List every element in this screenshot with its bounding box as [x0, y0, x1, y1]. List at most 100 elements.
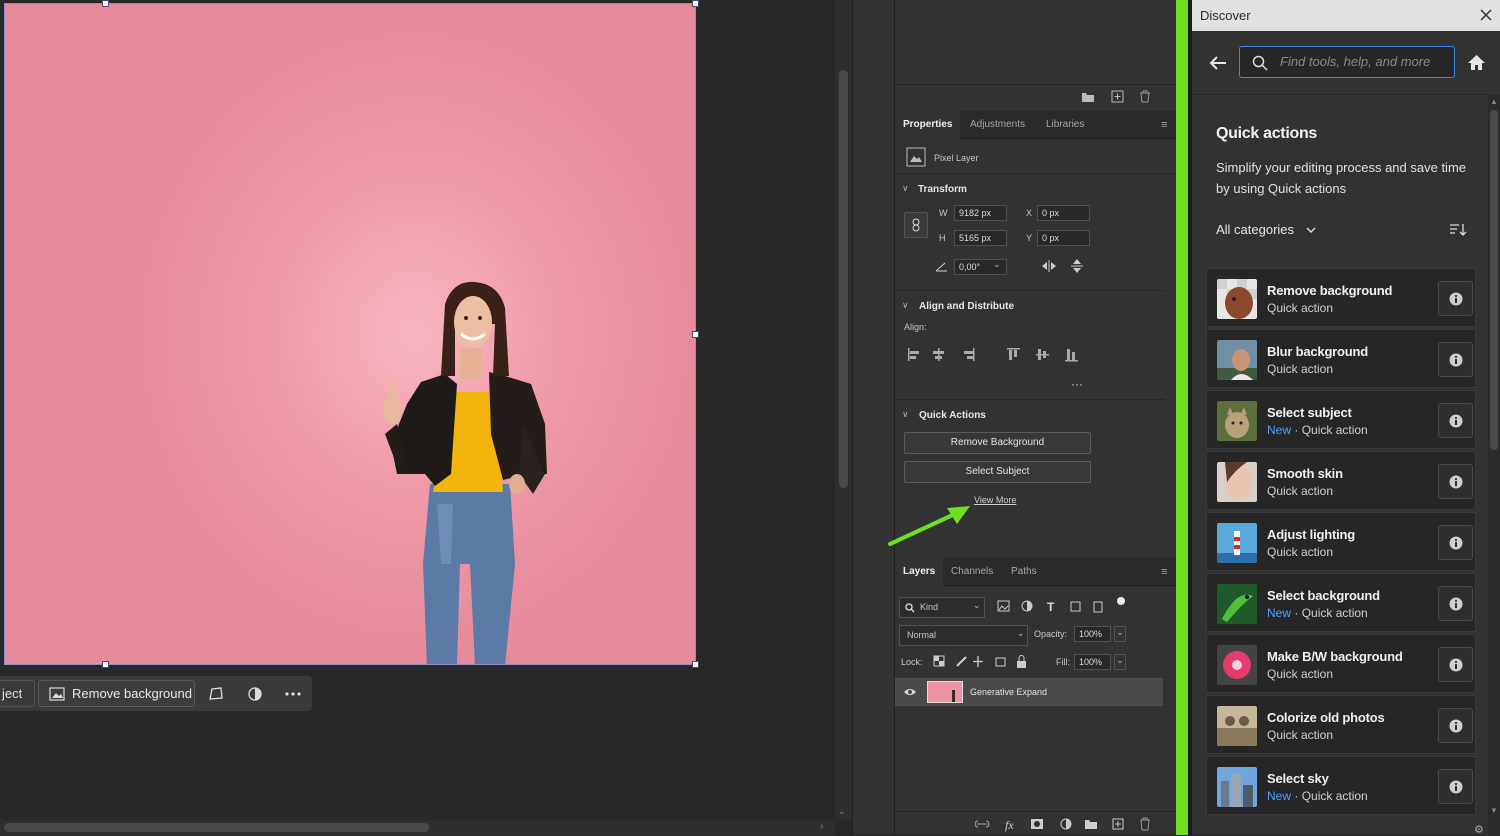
panel-menu-icon[interactable]: ≡	[1161, 119, 1167, 131]
link-dimensions-button[interactable]	[904, 212, 928, 238]
tab-properties[interactable]: Properties	[895, 111, 961, 139]
discover-search-input[interactable]: Find tools, help, and more	[1239, 46, 1455, 78]
fill-field[interactable]: 100%	[1074, 654, 1111, 670]
angle-dropdown-chevron-icon[interactable]: ⌄	[993, 259, 1001, 270]
transform-chevron-icon[interactable]: ∨	[902, 183, 909, 194]
quick-action-card[interactable]: Make B/W background Quick action	[1206, 634, 1476, 693]
new-item-icon[interactable]	[1111, 90, 1124, 103]
discover-title: Discover	[1200, 8, 1251, 23]
more-options-icon[interactable]	[284, 685, 302, 703]
tab-channels[interactable]: Channels	[943, 558, 1001, 586]
info-button[interactable]	[1438, 769, 1473, 804]
quick-action-card[interactable]: Blur background Quick action	[1206, 329, 1476, 388]
lighthouse-thumbnail	[1217, 523, 1257, 563]
card-title: Colorize old photos	[1267, 710, 1385, 725]
remove-background-button[interactable]: Remove background	[38, 680, 195, 707]
tab-layers[interactable]: Layers	[895, 558, 944, 586]
flip-horizontal-icon[interactable]	[1041, 259, 1057, 273]
folder-icon[interactable]	[1081, 91, 1095, 103]
info-button[interactable]	[1438, 342, 1473, 377]
settings-gear-icon[interactable]: ⚙	[1474, 823, 1484, 836]
transform-handle-bottom[interactable]	[102, 661, 109, 668]
filter-toggle-icon[interactable]	[1117, 597, 1125, 605]
height-field[interactable]: 5165 px	[954, 230, 1007, 246]
layer-thumbnail	[927, 681, 963, 703]
category-dropdown[interactable]: All categories	[1216, 222, 1316, 237]
info-button[interactable]	[1438, 281, 1473, 316]
lock-options-icons[interactable]	[933, 655, 1033, 669]
card-subtitle-row: Quick action	[1267, 728, 1333, 742]
card-subtitle: Quick action	[1267, 362, 1334, 376]
category-label: All categories	[1216, 222, 1295, 237]
y-position-field[interactable]: 0 px	[1037, 230, 1090, 246]
cat-thumbnail	[1217, 401, 1257, 441]
canvas-image[interactable]	[4, 3, 696, 665]
close-icon[interactable]	[1480, 9, 1492, 21]
info-button[interactable]	[1438, 464, 1473, 499]
remove-background-quick-action-button[interactable]: Remove Background	[904, 432, 1091, 454]
quick-action-card[interactable]: Select sky New · Quick action	[1206, 756, 1476, 815]
scroll-down-arrow-icon[interactable]: ▼	[1490, 806, 1498, 815]
width-field[interactable]: 9182 px	[954, 205, 1007, 221]
info-button[interactable]	[1438, 586, 1473, 621]
info-button[interactable]	[1438, 647, 1473, 682]
quick-action-card[interactable]: Select background New · Quick action	[1206, 573, 1476, 632]
transform-handle-top-right[interactable]	[692, 0, 699, 7]
chevron-down-icon	[1306, 227, 1316, 234]
align-label: Align:	[904, 322, 927, 332]
scroll-up-arrow-icon[interactable]: ▲	[1490, 97, 1498, 106]
card-subtitle-row: Quick action	[1267, 484, 1333, 498]
transform-handle-top[interactable]	[102, 0, 109, 7]
highlight-bar	[1176, 0, 1188, 835]
select-subject-quick-action-button[interactable]: Select Subject	[904, 461, 1091, 483]
blend-mode-select[interactable]: Normal ⌄	[899, 625, 1028, 646]
opacity-field[interactable]: 100%	[1074, 626, 1111, 642]
layer-row[interactable]: Generative Expand	[895, 678, 1163, 706]
svg-text:T: T	[1047, 600, 1055, 614]
layers-footer-icons[interactable]: fx	[975, 816, 1165, 832]
canvas-vertical-scroll-thumb[interactable]	[839, 70, 848, 488]
layer-filter-icons[interactable]: T	[997, 600, 1127, 614]
x-position-field[interactable]: 0 px	[1037, 205, 1090, 221]
opacity-dropdown-chevron-icon[interactable]: ⌄	[1114, 626, 1126, 642]
back-arrow-icon[interactable]	[1208, 55, 1228, 71]
opacity-label: Opacity:	[1034, 629, 1068, 639]
layer-name[interactable]: Generative Expand	[970, 687, 1047, 697]
info-button[interactable]	[1438, 525, 1473, 560]
eye-visibility-icon[interactable]	[903, 687, 917, 697]
quick-action-card[interactable]: Adjust lighting Quick action	[1206, 512, 1476, 571]
transform-handle-bottom-right[interactable]	[692, 661, 699, 668]
quick-actions-chevron-icon[interactable]: ∨	[902, 409, 909, 420]
quick-action-card[interactable]: Remove background Quick action	[1206, 268, 1476, 327]
layers-panel-menu-icon[interactable]: ≡	[1161, 566, 1167, 578]
trash-icon[interactable]	[1139, 90, 1151, 103]
quick-action-card[interactable]: Select subject New · Quick action	[1206, 390, 1476, 449]
fill-dropdown-chevron-icon[interactable]: ⌄	[1114, 654, 1126, 670]
tab-paths[interactable]: Paths	[1003, 558, 1045, 586]
transform-warp-icon[interactable]	[207, 685, 225, 703]
discover-scroll-thumb[interactable]	[1490, 110, 1498, 450]
align-more-options-icon[interactable]: ···	[1071, 377, 1083, 391]
adjustment-circle-icon[interactable]	[246, 685, 264, 703]
search-icon	[905, 603, 915, 613]
canvas-horizontal-scroll-thumb[interactable]	[4, 823, 429, 832]
chevron-down-icon: ⌄	[1017, 628, 1025, 638]
sort-icon[interactable]	[1449, 223, 1467, 237]
select-subject-button[interactable]: ject	[0, 680, 35, 707]
quick-action-card[interactable]: Smooth skin Quick action	[1206, 451, 1476, 510]
info-button[interactable]	[1438, 403, 1473, 438]
align-chevron-icon[interactable]: ∨	[902, 300, 909, 311]
quick-action-card[interactable]: Colorize old photos Quick action	[1206, 695, 1476, 754]
flip-vertical-icon[interactable]	[1070, 258, 1084, 274]
tab-adjustments[interactable]: Adjustments	[962, 111, 1033, 139]
info-icon	[1449, 658, 1463, 672]
home-icon[interactable]	[1467, 54, 1486, 71]
info-button[interactable]	[1438, 708, 1473, 743]
transform-handle-right[interactable]	[692, 331, 699, 338]
scroll-down-arrow-icon[interactable]: ⌄	[838, 806, 846, 817]
view-more-link[interactable]: View More	[974, 495, 1016, 505]
layer-filter-kind-select[interactable]: Kind ⌄	[899, 597, 985, 618]
document-canvas[interactable]: ject Remove background	[0, 0, 835, 820]
scroll-right-arrow-icon[interactable]: ›	[820, 821, 823, 832]
tab-libraries[interactable]: Libraries	[1038, 111, 1092, 139]
